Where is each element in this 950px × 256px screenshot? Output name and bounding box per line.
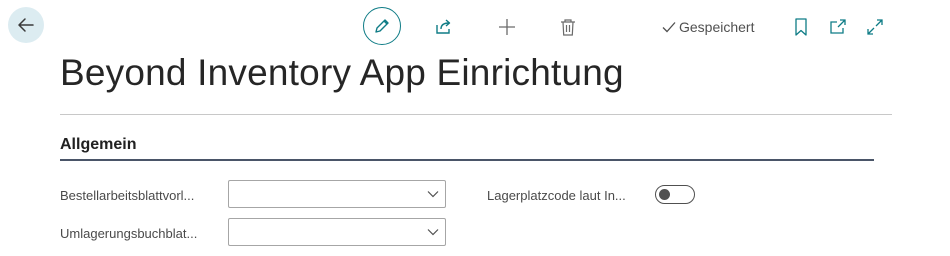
section-divider [60,159,874,161]
field-label-umlagerungsbuchblatt: Umlagerungsbuchblat... [60,226,198,241]
checkmark-icon [662,22,676,33]
field-label-bestellarbeitsblattvorlage: Bestellarbeitsblattvorl... [60,188,195,203]
trash-icon [561,19,575,36]
save-status: Gespeichert [662,17,754,37]
share-button[interactable] [433,16,455,38]
section-title-allgemein[interactable]: Allgemein [60,136,136,154]
page-title: Beyond Inventory App Einrichtung [60,52,624,93]
bookmark-icon [795,18,807,36]
open-new-window-icon [830,19,846,34]
expand-button[interactable] [864,16,886,38]
plus-icon [499,19,515,35]
bookmark-button[interactable] [791,16,811,38]
chevron-down-icon [427,229,439,236]
open-new-window-button[interactable] [827,16,849,38]
delete-button[interactable] [557,16,579,38]
save-status-label: Gespeichert [679,19,755,35]
pencil-icon [375,19,389,33]
field-label-lagerplatzcode: Lagerplatzcode laut In... [487,188,626,203]
expand-icon [867,19,883,35]
back-button[interactable] [8,7,44,43]
edit-button[interactable] [363,7,401,45]
chevron-down-icon [427,191,439,198]
select-umlagerungsbuchblatt[interactable] [228,218,446,246]
share-icon [436,19,451,34]
select-bestellarbeitsblattvorlage[interactable] [228,180,446,208]
arrow-left-icon [18,18,34,32]
title-divider [60,114,892,115]
toggle-lagerplatzcode[interactable] [655,185,695,204]
new-button[interactable] [496,16,518,38]
toggle-knob [659,189,670,200]
